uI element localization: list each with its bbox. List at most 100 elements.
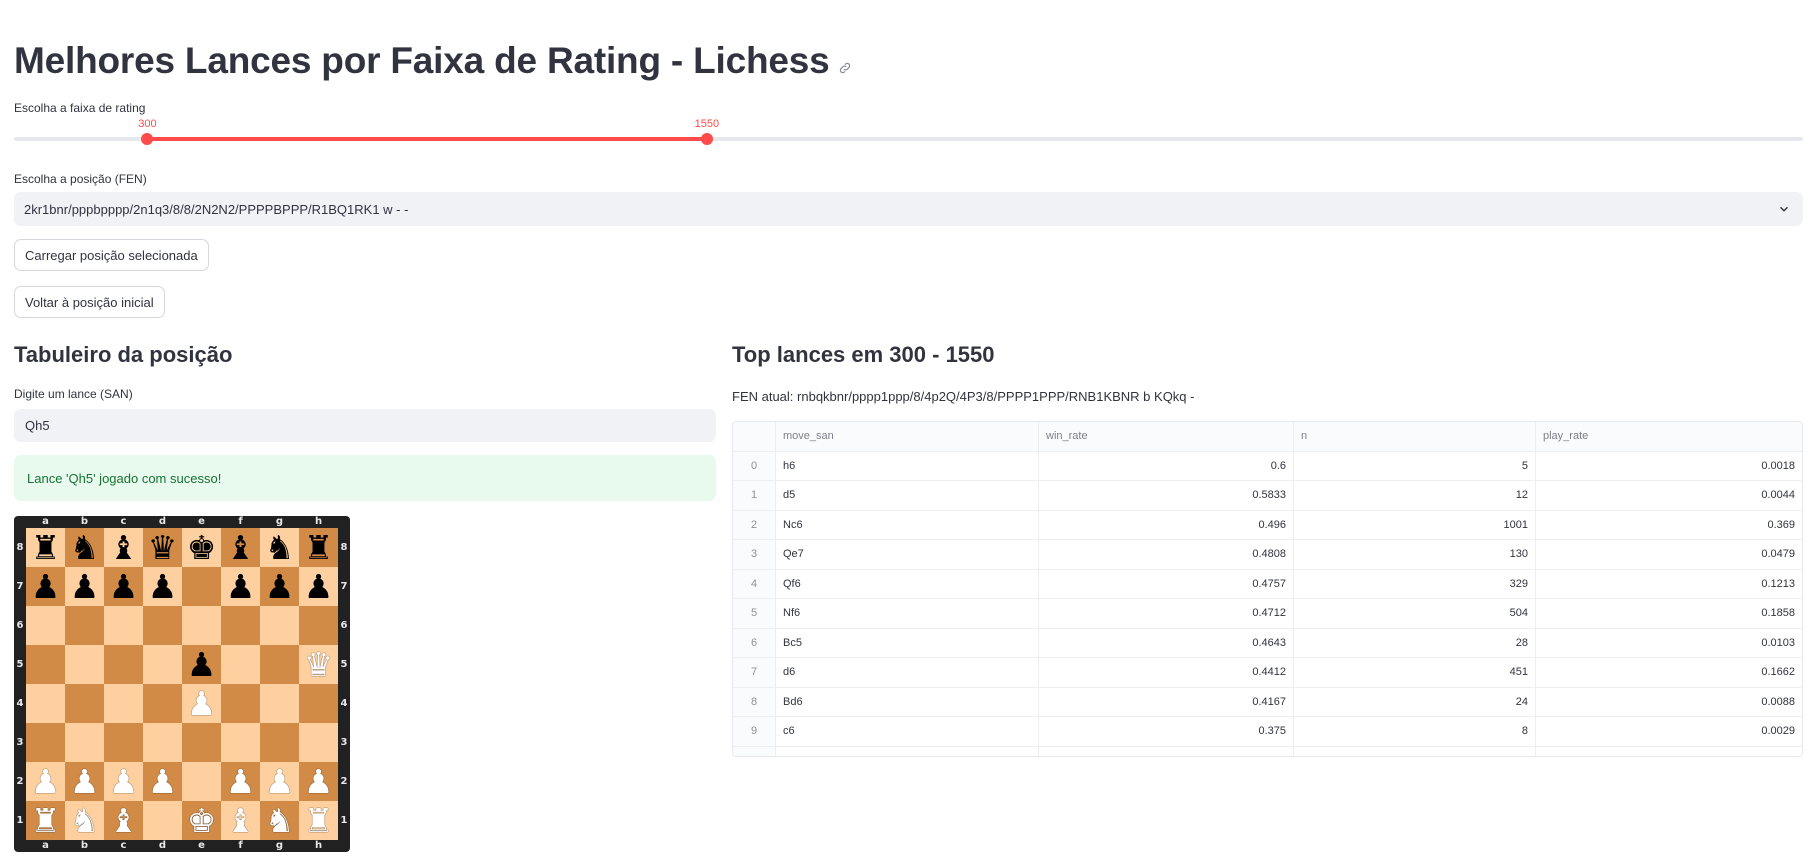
black-pawn-icon[interactable]: ♟ [187, 648, 217, 681]
square-h5[interactable]: ♛ [299, 645, 338, 684]
table-row[interactable]: 9 c6 0.375 8 0.0029 [733, 717, 1802, 747]
black-pawn-icon[interactable]: ♟ [304, 570, 334, 603]
square-c8[interactable]: ♝ [104, 528, 143, 567]
square-g7[interactable]: ♟ [260, 567, 299, 606]
table-row[interactable]: 7 d6 0.4412 451 0.1662 [733, 658, 1802, 688]
slider-high-thumb[interactable] [700, 133, 713, 145]
square-f8[interactable]: ♝ [221, 528, 260, 567]
square-h4[interactable] [299, 684, 338, 723]
column-header-index[interactable] [733, 422, 776, 451]
square-b8[interactable]: ♞ [65, 528, 104, 567]
black-queen-icon[interactable]: ♛ [148, 531, 178, 564]
white-pawn-icon[interactable]: ♟ [109, 765, 139, 798]
square-b7[interactable]: ♟ [65, 567, 104, 606]
white-rook-icon[interactable]: ♜ [31, 804, 61, 837]
square-h7[interactable]: ♟ [299, 567, 338, 606]
white-queen-icon[interactable]: ♛ [304, 648, 334, 681]
square-e2[interactable] [182, 762, 221, 801]
square-c1[interactable]: ♝ [104, 801, 143, 840]
square-a5[interactable] [26, 645, 65, 684]
white-pawn-icon[interactable]: ♟ [226, 765, 256, 798]
white-pawn-icon[interactable]: ♟ [304, 765, 334, 798]
square-f4[interactable] [221, 684, 260, 723]
square-g1[interactable]: ♞ [260, 801, 299, 840]
square-a4[interactable] [26, 684, 65, 723]
square-h1[interactable]: ♜ [299, 801, 338, 840]
square-f6[interactable] [221, 606, 260, 645]
square-g5[interactable] [260, 645, 299, 684]
table-row[interactable]: 3 Qe7 0.4808 130 0.0479 [733, 540, 1802, 570]
square-b3[interactable] [65, 723, 104, 762]
square-c4[interactable] [104, 684, 143, 723]
fen-select[interactable]: 2kr1bnr/pppbpppp/2n1q3/8/8/2N2N2/PPPPBPP… [14, 192, 1803, 226]
square-e3[interactable] [182, 723, 221, 762]
square-b5[interactable] [65, 645, 104, 684]
square-a2[interactable]: ♟ [26, 762, 65, 801]
black-king-icon[interactable]: ♚ [187, 531, 217, 564]
table-row[interactable]: 5 Nf6 0.4712 504 0.1858 [733, 599, 1802, 629]
square-f1[interactable]: ♝ [221, 801, 260, 840]
black-bishop-icon[interactable]: ♝ [109, 531, 139, 564]
square-g6[interactable] [260, 606, 299, 645]
square-d3[interactable] [143, 723, 182, 762]
square-e7[interactable] [182, 567, 221, 606]
square-d1[interactable] [143, 801, 182, 840]
square-d5[interactable] [143, 645, 182, 684]
square-e6[interactable] [182, 606, 221, 645]
load-position-button[interactable]: Carregar posição selecionada [14, 239, 209, 271]
square-g2[interactable]: ♟ [260, 762, 299, 801]
black-bishop-icon[interactable]: ♝ [226, 531, 256, 564]
square-e1[interactable]: ♚ [182, 801, 221, 840]
black-pawn-icon[interactable]: ♟ [265, 570, 295, 603]
square-c7[interactable]: ♟ [104, 567, 143, 606]
chess-board-grid[interactable]: ♜ ♞ ♝ ♛ ♚ ♝ ♞ ♜ ♟ ♟ ♟ ♟ ♟ ♟ ♟ ♟ ♛ ♟ ♟ ♟ ♟ ♟ ♟ ♟ ♟ ♜ ♞ ♝ ♚ ♝ ♞ ♜ [26, 528, 338, 840]
black-pawn-icon[interactable]: ♟ [70, 570, 100, 603]
white-knight-icon[interactable]: ♞ [70, 804, 100, 837]
square-a7[interactable]: ♟ [26, 567, 65, 606]
moves-table[interactable]: move_san win_rate n play_rate 0 h6 0.6 5 0.0018 1… [732, 421, 1803, 757]
reset-position-button[interactable]: Voltar à posição inicial [14, 286, 165, 318]
black-pawn-icon[interactable]: ♟ [148, 570, 178, 603]
white-pawn-icon[interactable]: ♟ [70, 765, 100, 798]
square-c6[interactable] [104, 606, 143, 645]
square-d7[interactable]: ♟ [143, 567, 182, 606]
square-d8[interactable]: ♛ [143, 528, 182, 567]
white-knight-icon[interactable]: ♞ [265, 804, 295, 837]
square-e4[interactable]: ♟ [182, 684, 221, 723]
black-knight-icon[interactable]: ♞ [70, 531, 100, 564]
square-c5[interactable] [104, 645, 143, 684]
black-pawn-icon[interactable]: ♟ [226, 570, 256, 603]
square-g4[interactable] [260, 684, 299, 723]
rating-range-slider[interactable]: 300 1550 [14, 118, 1803, 146]
square-g3[interactable] [260, 723, 299, 762]
square-b6[interactable] [65, 606, 104, 645]
table-row[interactable]: 2 Nc6 0.496 1001 0.369 [733, 510, 1802, 540]
square-h3[interactable] [299, 723, 338, 762]
table-row[interactable]: 0 h6 0.6 5 0.0018 [733, 451, 1802, 481]
white-bishop-icon[interactable]: ♝ [226, 804, 256, 837]
link-icon[interactable] [838, 42, 852, 84]
square-e8[interactable]: ♚ [182, 528, 221, 567]
square-b1[interactable]: ♞ [65, 801, 104, 840]
square-e5[interactable]: ♟ [182, 645, 221, 684]
white-pawn-icon[interactable]: ♟ [31, 765, 61, 798]
black-rook-icon[interactable]: ♜ [31, 531, 61, 564]
white-bishop-icon[interactable]: ♝ [109, 804, 139, 837]
move-input[interactable]: Qh5 [14, 409, 716, 442]
black-pawn-icon[interactable]: ♟ [109, 570, 139, 603]
square-g8[interactable]: ♞ [260, 528, 299, 567]
square-h6[interactable] [299, 606, 338, 645]
square-d2[interactable]: ♟ [143, 762, 182, 801]
square-f7[interactable]: ♟ [221, 567, 260, 606]
square-a3[interactable] [26, 723, 65, 762]
square-b4[interactable] [65, 684, 104, 723]
white-king-icon[interactable]: ♚ [187, 804, 217, 837]
table-row[interactable]: 4 Qf6 0.4757 329 0.1213 [733, 569, 1802, 599]
white-pawn-icon[interactable]: ♟ [265, 765, 295, 798]
column-header-play-rate[interactable]: play_rate [1536, 422, 1802, 451]
square-c3[interactable] [104, 723, 143, 762]
table-row[interactable]: 8 Bd6 0.4167 24 0.0088 [733, 687, 1802, 717]
column-header-win-rate[interactable]: win_rate [1039, 422, 1294, 451]
column-header-move-san[interactable]: move_san [776, 422, 1039, 451]
square-f2[interactable]: ♟ [221, 762, 260, 801]
